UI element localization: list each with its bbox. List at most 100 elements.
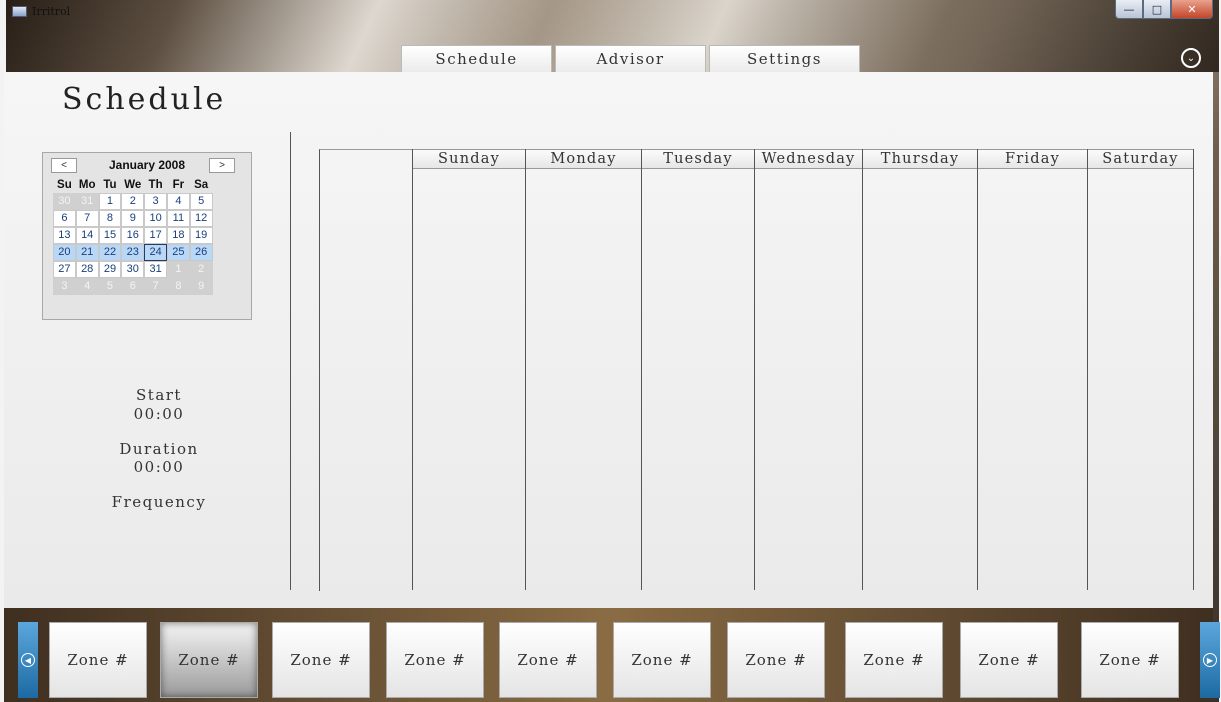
arrow-left-icon: ◀	[21, 653, 35, 667]
minimize-button[interactable]: —	[1115, 0, 1143, 19]
app-title-text: Irritrol	[32, 5, 71, 18]
calendar-day[interactable]: 4	[75, 278, 99, 295]
calendar-day[interactable]: 12	[189, 210, 213, 227]
start-label: Start	[136, 386, 182, 404]
calendar-day[interactable]: 3	[53, 278, 76, 295]
calendar: < January 2008 > Su Mo Tu We Th Fr Sa 30 31 1 2 3 4…	[42, 152, 252, 320]
duration-label: Duration	[119, 440, 199, 458]
calendar-day[interactable]: 2	[121, 193, 145, 210]
calendar-day[interactable]: 4	[166, 193, 190, 210]
time-column	[319, 149, 413, 591]
calendar-day[interactable]: 9	[121, 210, 145, 227]
calendar-day[interactable]: 1	[98, 193, 122, 210]
close-button[interactable]: ✕	[1171, 0, 1213, 19]
calendar-day[interactable]: 30	[121, 261, 145, 278]
tab-settings[interactable]: Settings	[709, 45, 860, 72]
calendar-next-button[interactable]: >	[209, 158, 235, 173]
zone-button[interactable]: Zone #	[845, 622, 943, 698]
zone-button[interactable]: Zone #	[613, 622, 711, 698]
zone-button[interactable]: Zone #	[727, 622, 825, 698]
calendar-weekday: Mo	[78, 179, 96, 191]
tab-advisor[interactable]: Advisor	[555, 45, 706, 72]
calendar-day[interactable]: 27	[53, 261, 76, 278]
calendar-day[interactable]: 7	[144, 278, 167, 295]
calendar-day[interactable]: 20	[53, 244, 76, 261]
calendar-day[interactable]: 22	[98, 244, 122, 261]
calendar-day[interactable]: 6	[121, 278, 145, 295]
day-column: Thursday	[862, 149, 978, 590]
app-icon	[12, 6, 27, 17]
calendar-day[interactable]: 2	[189, 261, 213, 278]
calendar-day[interactable]: 8	[166, 278, 190, 295]
calendar-day[interactable]: 26	[189, 244, 213, 261]
day-header: Monday	[526, 149, 642, 169]
menu-chevron-icon[interactable]: ⌄	[1181, 48, 1201, 68]
calendar-weekday: Sa	[194, 179, 209, 191]
calendar-day[interactable]: 10	[144, 210, 167, 227]
page-title: Schedule	[62, 82, 227, 117]
calendar-day[interactable]: 7	[75, 210, 99, 227]
zone-button[interactable]: Zone #	[272, 622, 370, 698]
duration-value[interactable]: 00:00	[104, 458, 214, 476]
calendar-day[interactable]: 8	[98, 210, 122, 227]
day-header: Thursday	[863, 149, 978, 169]
title-bar: Irritrol — □ ✕ Schedule Advisor Settings…	[6, 0, 1219, 72]
calendar-day[interactable]: 14	[75, 227, 99, 244]
calendar-day[interactable]: 29	[98, 261, 122, 278]
calendar-day[interactable]: 16	[121, 227, 145, 244]
calendar-day[interactable]: 23	[121, 244, 145, 261]
zone-next-button[interactable]: ▶	[1200, 622, 1220, 698]
app-title: Irritrol	[12, 5, 70, 18]
zone-prev-button[interactable]: ◀	[18, 622, 38, 698]
calendar-day[interactable]: 31	[75, 193, 99, 210]
day-column: Sunday	[412, 149, 526, 590]
calendar-day[interactable]: 30	[53, 193, 76, 210]
arrow-right-icon: ▶	[1203, 653, 1217, 667]
grid-right-border	[1193, 149, 1194, 590]
day-header: Sunday	[413, 149, 526, 169]
calendar-day[interactable]: 24	[144, 244, 167, 261]
main-tabs: Schedule Advisor Settings	[401, 45, 860, 72]
calendar-day[interactable]: 18	[166, 227, 190, 244]
day-header: Wednesday	[755, 149, 863, 169]
zone-button[interactable]: Zone #	[386, 622, 484, 698]
calendar-day[interactable]: 13	[53, 227, 76, 244]
day-column: Tuesday	[641, 149, 755, 590]
calendar-day[interactable]: 5	[98, 278, 122, 295]
calendar-weekday: Th	[148, 179, 163, 191]
calendar-weekday: We	[124, 179, 142, 191]
zone-button[interactable]: Zone #	[499, 622, 597, 698]
calendar-day[interactable]: 11	[166, 210, 190, 227]
calendar-weekday: Su	[57, 179, 72, 191]
calendar-day[interactable]: 15	[98, 227, 122, 244]
calendar-day[interactable]: 3	[144, 193, 167, 210]
panel-divider	[290, 132, 291, 590]
calendar-weekday: Fr	[172, 179, 185, 191]
day-column: Friday	[977, 149, 1088, 590]
calendar-day[interactable]: 6	[53, 210, 76, 227]
calendar-day[interactable]: 19	[189, 227, 213, 244]
calendar-day[interactable]: 5	[189, 193, 213, 210]
window-controls: — □ ✕	[1115, 0, 1213, 19]
calendar-weekday: Tu	[103, 179, 117, 191]
day-column: Saturday	[1087, 149, 1194, 590]
calendar-days: 30 31 1 2 3 4 5 6 7 8 9 10 11 12 13 14 15 16 17 18 19 20 21 22 2…	[53, 193, 251, 295]
day-header: Friday	[978, 149, 1088, 169]
calendar-day[interactable]: 1	[166, 261, 190, 278]
start-value[interactable]: 00:00	[104, 405, 214, 423]
zone-button[interactable]: Zone #	[1081, 622, 1179, 698]
calendar-day[interactable]: 28	[75, 261, 99, 278]
calendar-header: < January 2008 >	[43, 153, 251, 177]
tab-schedule[interactable]: Schedule	[401, 45, 552, 72]
zone-button[interactable]: Zone #	[160, 622, 258, 698]
calendar-day[interactable]: 25	[166, 244, 190, 261]
calendar-day[interactable]: 31	[144, 261, 167, 278]
zone-button[interactable]: Zone #	[960, 622, 1058, 698]
calendar-day[interactable]: 9	[189, 278, 213, 295]
zone-button[interactable]: Zone #	[49, 622, 147, 698]
maximize-button[interactable]: □	[1143, 0, 1171, 19]
calendar-day[interactable]: 21	[75, 244, 99, 261]
frequency-label[interactable]: Frequency	[104, 493, 214, 511]
calendar-day[interactable]: 17	[144, 227, 167, 244]
day-column: Wednesday	[754, 149, 863, 590]
